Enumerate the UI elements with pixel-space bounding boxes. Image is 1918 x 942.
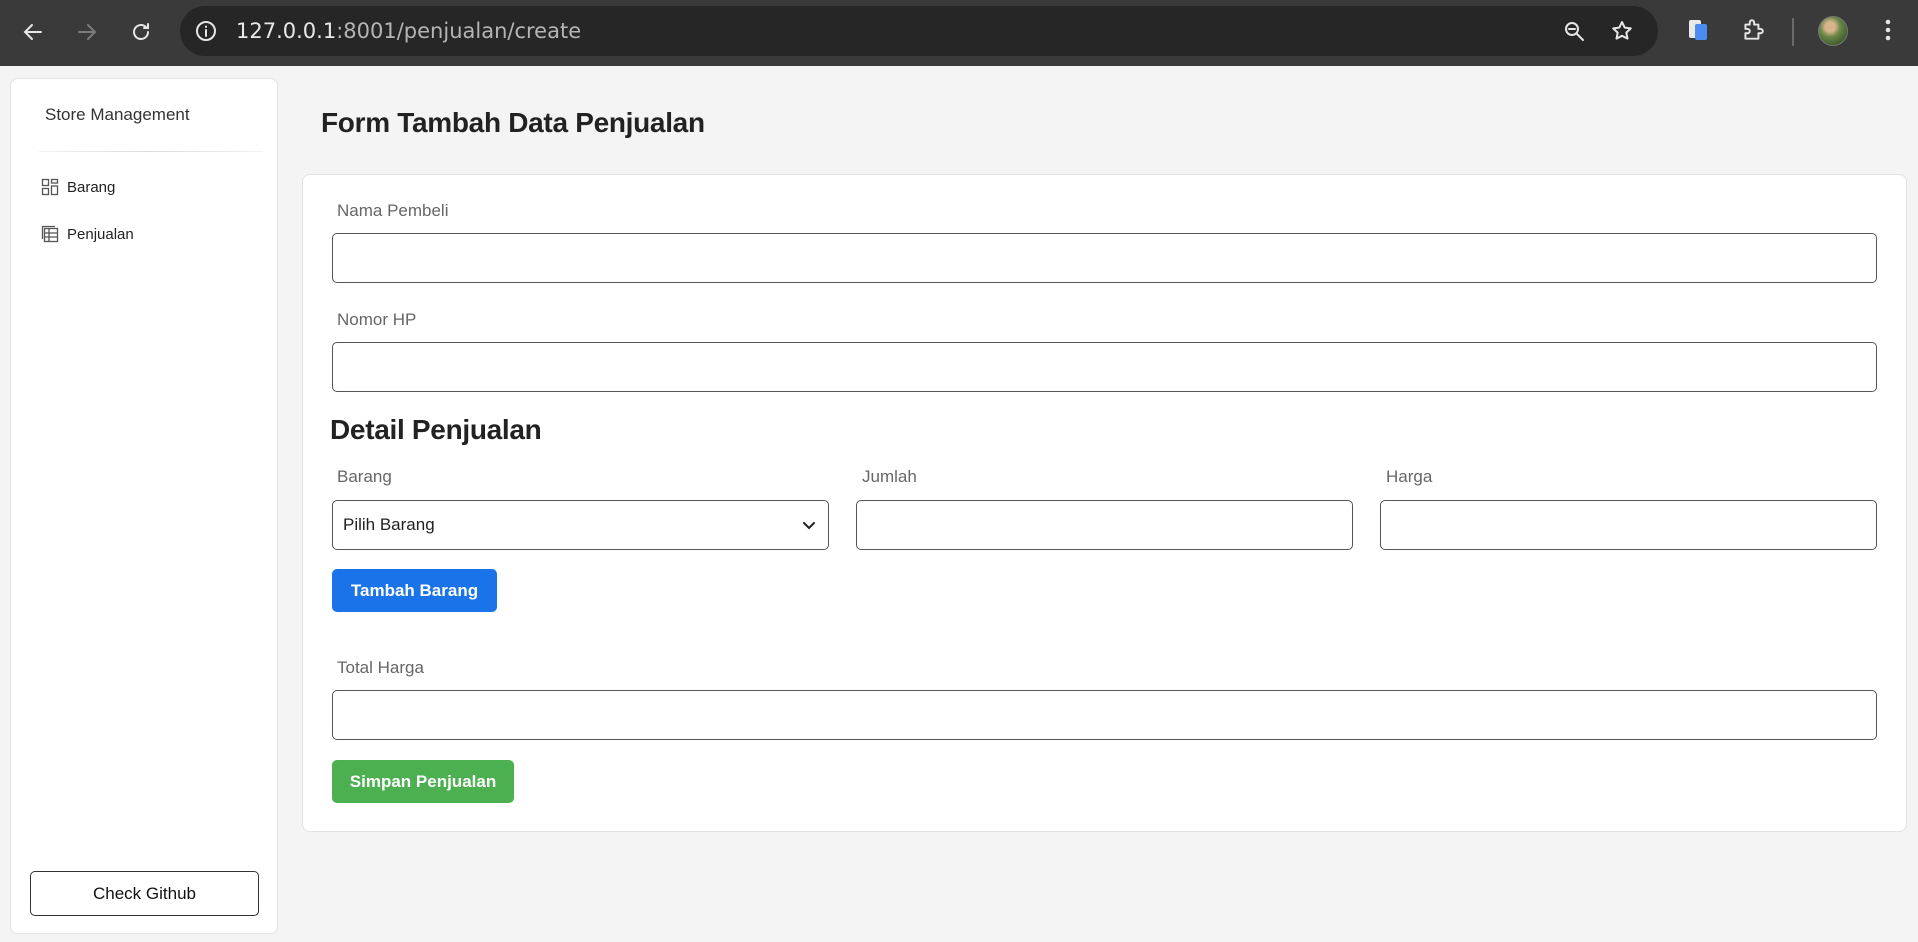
nomor-hp-input[interactable]	[332, 342, 1877, 392]
sidebar-divider	[39, 151, 263, 152]
check-github-button[interactable]: Check Github	[30, 871, 259, 916]
bookmark-star-icon[interactable]	[1610, 19, 1634, 43]
browser-toolbar: 127.0.0.1:8001/penjualan/create	[0, 0, 1918, 66]
jumlah-label: Jumlah	[862, 467, 917, 486]
jumlah-input[interactable]	[856, 500, 1353, 550]
arrow-right-icon	[78, 24, 97, 40]
harga-input[interactable]	[1380, 500, 1877, 550]
table-icon	[41, 225, 59, 243]
address-bar[interactable]: 127.0.0.1:8001/penjualan/create	[180, 6, 1658, 56]
url-text[interactable]: 127.0.0.1:8001/penjualan/create	[236, 6, 581, 56]
barang-selected-value: Pilih Barang	[343, 515, 435, 534]
sidebar: Store Management Barang Penjualan Check …	[10, 78, 278, 934]
nama-pembeli-label: Nama Pembeli	[337, 201, 449, 220]
sidebar-item-penjualan[interactable]: Penjualan	[41, 222, 134, 246]
detail-penjualan-heading: Detail Penjualan	[330, 414, 542, 445]
kebab-menu-icon	[1885, 19, 1891, 41]
sidebar-item-barang[interactable]: Barang	[41, 175, 115, 199]
browser-menu-button[interactable]	[1873, 15, 1903, 45]
harga-label: Harga	[1386, 467, 1433, 486]
brand-title: Store Management	[45, 105, 190, 124]
reload-icon	[133, 23, 149, 40]
back-button[interactable]	[13, 12, 53, 52]
total-harga-input[interactable]	[332, 690, 1877, 740]
toolbar-divider	[1792, 18, 1794, 46]
url-path: :8001/penjualan/create	[336, 19, 582, 43]
reload-button[interactable]	[121, 12, 161, 52]
forward-button[interactable]	[67, 12, 107, 52]
grid-icon	[41, 178, 59, 196]
extension-icon[interactable]	[1683, 15, 1713, 45]
page-title: Form Tambah Data Penjualan	[321, 107, 705, 138]
zoom-icon[interactable]	[1562, 19, 1586, 43]
barang-select[interactable]: Pilih Barang	[332, 500, 829, 550]
extensions-button[interactable]	[1738, 15, 1768, 45]
url-host: 127.0.0.1	[236, 19, 337, 43]
site-info-icon[interactable]	[194, 19, 218, 43]
puzzle-icon	[1744, 19, 1764, 40]
simpan-penjualan-button[interactable]: Simpan Penjualan	[332, 760, 514, 803]
barang-label: Barang	[337, 467, 392, 486]
profile-avatar[interactable]	[1818, 16, 1848, 46]
arrow-left-icon	[23, 24, 42, 40]
sidebar-item-label: Penjualan	[67, 225, 134, 243]
document-extension-icon	[1689, 20, 1707, 40]
nama-pembeli-input[interactable]	[332, 233, 1877, 283]
sidebar-item-label: Barang	[67, 178, 116, 196]
chevron-down-icon	[800, 516, 818, 534]
total-harga-label: Total Harga	[337, 658, 424, 677]
tambah-barang-button[interactable]: Tambah Barang	[332, 569, 497, 612]
nomor-hp-label: Nomor HP	[337, 310, 417, 329]
